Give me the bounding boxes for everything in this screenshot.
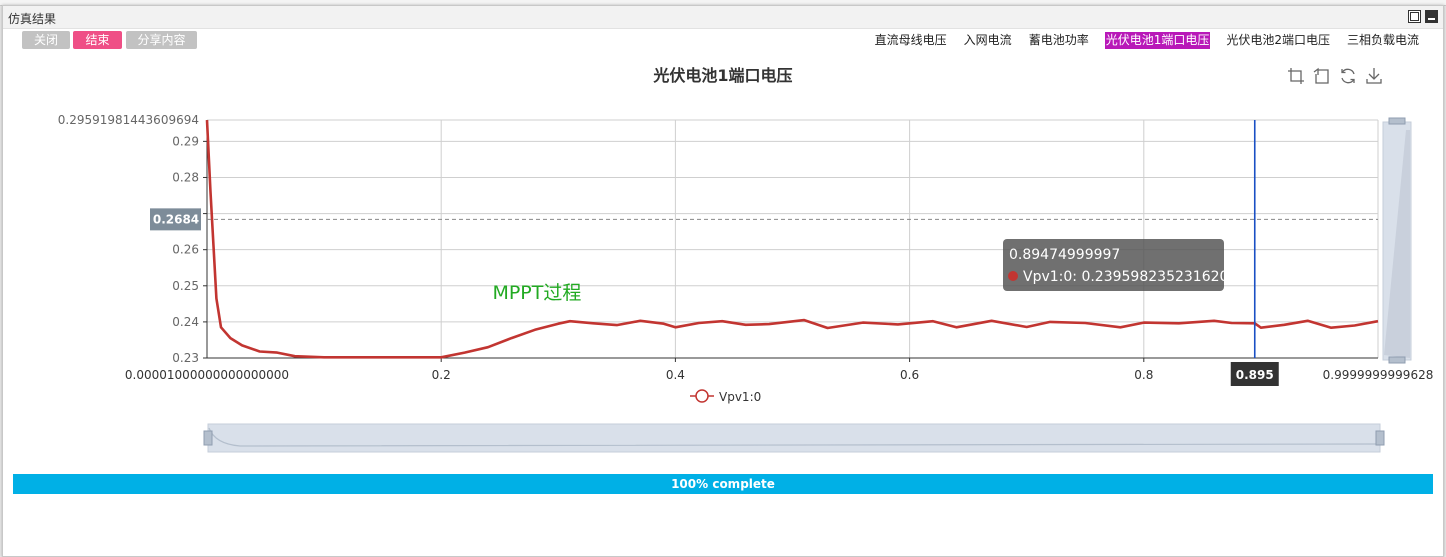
x-tick-label: 0.8 bbox=[1134, 368, 1153, 382]
tooltip-series-marker bbox=[1008, 271, 1018, 281]
y-datazoom-handle-top bbox=[1388, 117, 1406, 125]
x-tick-label: 0.6 bbox=[900, 368, 919, 382]
legend-marker bbox=[695, 389, 709, 403]
y-tick-label: 0.24 bbox=[172, 315, 199, 329]
tooltip-header: 0.89474999997 bbox=[1009, 247, 1120, 263]
progress-bar: 100% complete bbox=[13, 474, 1433, 494]
x-datazoom-handle-right bbox=[1375, 430, 1385, 446]
y-datazoom-handle-bottom bbox=[1388, 356, 1406, 364]
x-datazoom-track bbox=[207, 423, 1381, 453]
chart-legend: Vpv1:0 bbox=[690, 389, 761, 404]
x-tick-label: 0.4 bbox=[666, 368, 685, 382]
x-max-label: 0.9999999999628 bbox=[1323, 368, 1434, 382]
legend-label: Vpv1:0 bbox=[719, 390, 761, 404]
annotation-mppt: MPPT过程 bbox=[492, 282, 581, 304]
y-tick-label: 0.23 bbox=[172, 351, 199, 365]
y-tick-label: 0.25 bbox=[172, 279, 199, 293]
x-datazoom-handle-left bbox=[203, 430, 213, 446]
x-axis-pointer-label: 0.895 bbox=[1236, 368, 1274, 382]
y-tick-label: 0.29 bbox=[172, 134, 199, 148]
x-datazoom-slider bbox=[203, 423, 1385, 453]
y-axis-pointer-label: 0.2684 bbox=[153, 212, 199, 226]
x-min-label: 0.00001000000000000000 bbox=[125, 368, 289, 382]
y-max-label: 0.29591981443609694 bbox=[58, 113, 199, 127]
y-tick-label: 0.28 bbox=[172, 170, 199, 184]
y-datazoom-slider bbox=[1382, 117, 1412, 364]
tooltip-value: Vpv1:0: 0.2395982352316207 bbox=[1023, 269, 1237, 285]
chart-tooltip: 0.89474999997 Vpv1:0: 0.2395982352316207 bbox=[1003, 239, 1237, 291]
x-tick-label: 0.2 bbox=[432, 368, 451, 382]
y-tick-label: 0.26 bbox=[172, 243, 199, 257]
